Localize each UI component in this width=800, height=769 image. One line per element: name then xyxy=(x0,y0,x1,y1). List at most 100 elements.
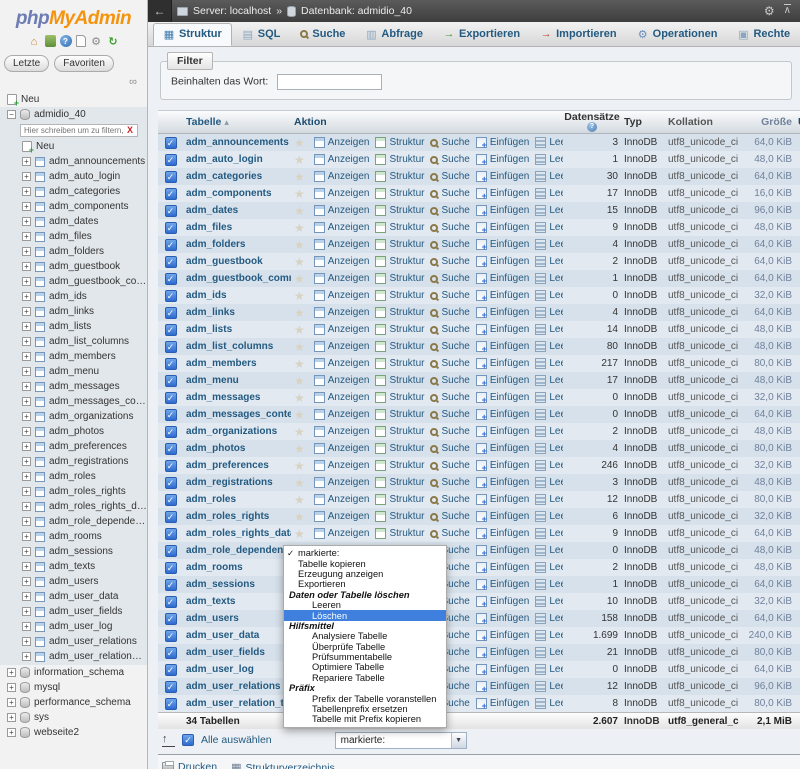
favorite-star-icon[interactable] xyxy=(294,408,305,422)
help-icon[interactable] xyxy=(587,122,597,132)
action-einfügen[interactable]: Einfügen xyxy=(476,392,529,403)
action-struktur[interactable]: Struktur xyxy=(375,256,424,267)
expand-icon[interactable] xyxy=(22,157,31,166)
tab-importieren[interactable]: Importieren xyxy=(530,23,627,46)
action-leeren[interactable]: Leeren xyxy=(535,358,563,369)
favorite-star-icon[interactable] xyxy=(294,306,305,320)
expand-icon[interactable] xyxy=(7,728,16,737)
favorite-star-icon[interactable] xyxy=(294,187,305,201)
action-einfügen[interactable]: Einfügen xyxy=(476,239,529,250)
row-checkbox[interactable] xyxy=(165,579,177,591)
action-anzeigen[interactable]: Anzeigen xyxy=(314,239,370,250)
action-suche[interactable]: Suche xyxy=(430,324,469,335)
expand-icon[interactable] xyxy=(22,547,31,556)
expand-icon[interactable] xyxy=(22,367,31,376)
sidebar-table-item[interactable]: adm_lists xyxy=(0,319,147,334)
row-collation[interactable]: utf8_unicode_ci xyxy=(665,661,739,678)
tree-item-new-database[interactable]: Neu xyxy=(0,92,147,107)
table-name-link[interactable]: adm_ids xyxy=(183,287,291,304)
action-struktur[interactable]: Struktur xyxy=(375,392,424,403)
row-collation[interactable]: utf8_unicode_ci xyxy=(665,406,739,423)
tree-item-database-admidio-40[interactable]: admidio_40 xyxy=(0,107,147,122)
row-checkbox[interactable] xyxy=(165,205,177,217)
action-struktur[interactable]: Struktur xyxy=(375,528,424,539)
with-selected-select[interactable]: markierte: xyxy=(335,732,467,749)
action-struktur[interactable]: Struktur xyxy=(375,324,424,335)
row-collation[interactable]: utf8_unicode_ci xyxy=(665,593,739,610)
action-leeren[interactable]: Leeren xyxy=(535,545,563,556)
table-name-link[interactable]: adm_guestbook xyxy=(183,253,291,270)
check-all-checkbox[interactable] xyxy=(182,734,194,746)
row-checkbox[interactable] xyxy=(165,273,177,285)
action-anzeigen[interactable]: Anzeigen xyxy=(314,256,370,267)
row-checkbox[interactable] xyxy=(165,443,177,455)
favorite-star-icon[interactable] xyxy=(294,289,305,303)
row-checkbox[interactable] xyxy=(165,409,177,421)
action-struktur[interactable]: Struktur xyxy=(375,290,424,301)
sidebar-table-item[interactable]: adm_roles_rights xyxy=(0,484,147,499)
action-einfügen[interactable]: Einfügen xyxy=(476,256,529,267)
header-overhead[interactable]: Überhang xyxy=(795,111,800,133)
action-anzeigen[interactable]: Anzeigen xyxy=(314,528,370,539)
action-einfügen[interactable]: Einfügen xyxy=(476,511,529,522)
action-leeren[interactable]: Leeren xyxy=(535,256,563,267)
favorite-star-icon[interactable] xyxy=(294,425,305,439)
action-suche[interactable]: Suche xyxy=(430,494,469,505)
favorite-star-icon[interactable] xyxy=(294,153,305,167)
table-name-link[interactable]: adm_texts xyxy=(183,593,291,610)
action-anzeigen[interactable]: Anzeigen xyxy=(314,409,370,420)
row-collation[interactable]: utf8_unicode_ci xyxy=(665,695,739,712)
table-name-link[interactable]: adm_roles_rights xyxy=(183,508,291,525)
sidebar-table-item[interactable]: adm_messages_content xyxy=(0,394,147,409)
action-struktur[interactable]: Struktur xyxy=(375,358,424,369)
expand-icon[interactable] xyxy=(22,577,31,586)
expand-icon[interactable] xyxy=(22,292,31,301)
expand-icon[interactable] xyxy=(22,382,31,391)
tab-sql[interactable]: SQL xyxy=(232,23,291,46)
action-einfügen[interactable]: Einfügen xyxy=(476,664,529,675)
row-collation[interactable]: utf8_unicode_ci xyxy=(665,678,739,695)
favorite-star-icon[interactable] xyxy=(294,340,305,354)
action-leeren[interactable]: Leeren xyxy=(535,664,563,675)
action-anzeigen[interactable]: Anzeigen xyxy=(314,358,370,369)
action-leeren[interactable]: Leeren xyxy=(535,154,563,165)
table-name-link[interactable]: adm_auto_login xyxy=(183,151,291,168)
action-suche[interactable]: Suche xyxy=(430,256,469,267)
action-einfügen[interactable]: Einfügen xyxy=(476,426,529,437)
row-collation[interactable]: utf8_unicode_ci xyxy=(665,219,739,236)
favorite-star-icon[interactable] xyxy=(294,493,305,507)
table-name-link[interactable]: adm_user_log xyxy=(183,661,291,678)
table-name-link[interactable]: adm_photos xyxy=(183,440,291,457)
expand-icon[interactable] xyxy=(22,217,31,226)
expand-icon[interactable] xyxy=(22,607,31,616)
expand-icon[interactable] xyxy=(22,262,31,271)
action-einfügen[interactable]: Einfügen xyxy=(476,154,529,165)
action-struktur[interactable]: Struktur xyxy=(375,375,424,386)
action-anzeigen[interactable]: Anzeigen xyxy=(314,137,370,148)
expand-icon[interactable] xyxy=(22,202,31,211)
table-name-link[interactable]: adm_registrations xyxy=(183,474,291,491)
row-checkbox[interactable] xyxy=(165,613,177,625)
sidebar-table-item[interactable]: adm_role_dependencies xyxy=(0,514,147,529)
refresh-icon[interactable] xyxy=(107,35,120,48)
row-checkbox[interactable] xyxy=(165,596,177,608)
menu-item-tabelle-mit-prefix-kopieren[interactable]: Tabelle mit Prefix kopieren xyxy=(284,714,446,724)
action-einfügen[interactable]: Einfügen xyxy=(476,647,529,658)
action-anzeigen[interactable]: Anzeigen xyxy=(314,494,370,505)
menu-item-exportieren[interactable]: Exportieren xyxy=(284,579,446,589)
docs-icon[interactable] xyxy=(76,35,86,47)
action-einfügen[interactable]: Einfügen xyxy=(476,630,529,641)
menu-item-optimiere-tabelle[interactable]: Optimiere Tabelle xyxy=(284,662,446,672)
action-leeren[interactable]: Leeren xyxy=(535,630,563,641)
action-einfügen[interactable]: Einfügen xyxy=(476,324,529,335)
action-einfügen[interactable]: Einfügen xyxy=(476,579,529,590)
action-einfügen[interactable]: Einfügen xyxy=(476,562,529,573)
action-einfügen[interactable]: Einfügen xyxy=(476,222,529,233)
tab-suche[interactable]: Suche xyxy=(290,23,355,46)
action-suche[interactable]: Suche xyxy=(430,528,469,539)
action-leeren[interactable]: Leeren xyxy=(535,681,563,692)
header-collation[interactable]: Kollation xyxy=(665,111,739,133)
clear-filter-icon[interactable]: X xyxy=(127,125,133,135)
table-name-link[interactable]: adm_messages_content xyxy=(183,406,291,423)
table-name-link[interactable]: adm_user_fields xyxy=(183,644,291,661)
